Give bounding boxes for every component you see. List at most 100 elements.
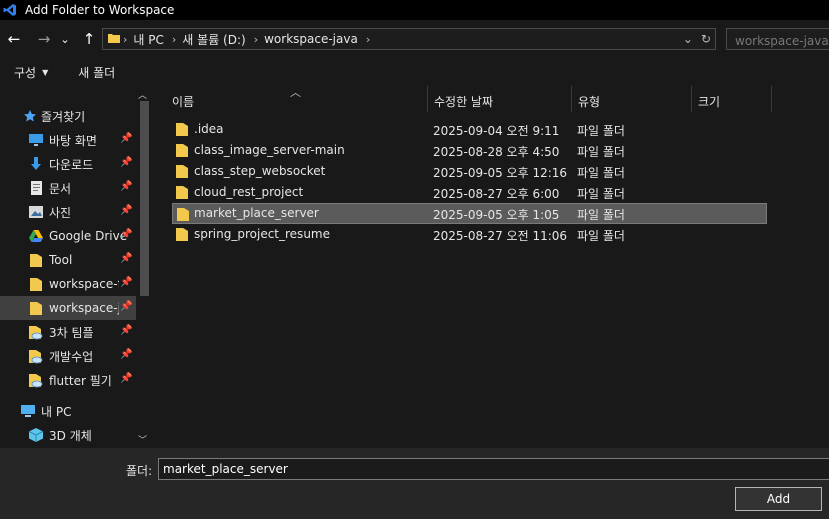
back-button[interactable]: ← [3,28,25,50]
file-type: 파일 폴더 [577,124,625,138]
folder-icon [175,121,189,140]
pin-icon: 📌 [120,349,133,360]
sidebar-item-workspace-java[interactable]: workspace-java 📌 [0,296,136,320]
download-icon [28,156,44,172]
file-type: 파일 폴더 [577,229,625,243]
column-modified-label: 수정한 날짜 [434,95,494,109]
column-name-label: 이름 [172,95,195,109]
file-modified: 2025-09-05 오후 12:16 [433,166,568,180]
new-folder-button[interactable]: 새 폴더 [78,64,115,81]
sidebar-item-documents[interactable]: 문서 📌 [0,176,136,200]
sidebar-item-this-pc[interactable]: 내 PC [0,399,136,423]
sidebar-item-label: Google Drive [49,229,128,243]
caret-down-icon: ▼ [42,67,49,77]
forward-button[interactable]: → [33,28,55,50]
add-button[interactable]: Add [735,487,822,511]
pin-icon: 📌 [120,373,133,384]
recent-locations-button[interactable]: ⌄ [58,28,72,50]
breadcrumb-drive[interactable]: 새 볼륨 (D:) [182,31,245,48]
address-dropdown-icon[interactable]: ⌄ [683,32,693,46]
file-type: 파일 폴더 [577,187,625,201]
chevron-right-icon: › [123,32,128,46]
vscode-icon [0,0,20,20]
pin-icon: 📌 [120,133,133,144]
star-icon [22,108,38,124]
column-header-modified[interactable]: 수정한 날짜 [428,86,572,112]
sidebar-item-team-project[interactable]: 3차 팀플 📌 [0,320,136,344]
sidebar-item-downloads[interactable]: 다운로드 📌 [0,152,136,176]
folder-icon [175,184,189,203]
pin-icon: 📌 [120,253,133,264]
table-row[interactable]: spring_project_resume 2025-08-27 오전 11:0… [172,224,767,245]
sidebar-item-dev-class[interactable]: 개발수업 📌 [0,344,136,368]
pin-icon: 📌 [120,301,133,312]
cloud-folder-icon [28,324,44,340]
column-header-name[interactable]: ︿ 이름 [156,86,428,112]
sidebar-item-label: flutter 필기 [49,373,112,388]
chevron-right-icon[interactable]: › [366,33,370,46]
sidebar-item-3d-objects[interactable]: 3D 개체 [0,423,136,447]
address-bar[interactable]: › 내 PC › 새 볼륨 (D:) › workspace-java › ⌄ … [102,28,716,50]
sidebar-item-label: Tool [49,253,73,267]
window-title: Add Folder to Workspace [25,3,175,17]
file-name: class_image_server-main [194,143,345,157]
sidebar-item-quick-access[interactable]: 즐겨찾기 [0,104,136,128]
file-name: market_place_server [194,206,319,220]
folder-name-field[interactable] [158,458,829,480]
pin-icon: 📌 [120,157,133,168]
breadcrumb-folder[interactable]: workspace-java [264,32,358,46]
document-icon [28,180,44,196]
column-size-label: 크기 [698,95,721,109]
pin-icon: 📌 [120,181,133,192]
table-row[interactable]: class_step_websocket 2025-09-05 오후 12:16… [172,161,767,182]
cloud-folder-icon [28,372,44,388]
table-row[interactable]: cloud_rest_project 2025-08-27 오후 6:00 파일… [172,182,767,203]
search-input[interactable]: workspace-java 검색 [726,28,829,50]
breadcrumb-my-pc[interactable]: 내 PC [133,31,163,48]
file-modified: 2025-09-04 오전 9:11 [433,124,560,138]
folder-label: 폴더: [126,464,153,478]
sidebar-item-label: workspace-java [49,301,119,315]
column-header-type[interactable]: 유형 [572,86,692,112]
column-header-size[interactable]: 크기 [692,86,772,112]
file-list: ︿ 이름 수정한 날짜 유형 크기 .idea 2025-09-04 오전 9:… [156,86,829,448]
sidebar-item-google-drive[interactable]: Google Drive 📌 [0,224,136,248]
folder-icon [175,226,189,245]
organize-button[interactable]: 구성 ▼ [14,64,48,81]
folder-icon [176,206,190,225]
pin-icon: 📌 [120,277,133,288]
navigation-pane: 즐겨찾기 바탕 화면 📌 다운로드 📌 문서 📌 사진 📌 Google Dri [0,86,152,448]
pin-icon: 📌 [120,325,133,336]
3d-objects-icon [28,427,44,443]
file-modified: 2025-08-28 오후 4:50 [433,145,560,159]
scroll-down-icon[interactable]: ﹀ [138,433,147,446]
folder-icon [28,252,44,268]
up-button[interactable]: ↑ [78,28,100,50]
sidebar-item-pictures[interactable]: 사진 📌 [0,200,136,224]
file-name: class_step_websocket [194,164,326,178]
dialog-footer: 폴더: Add [0,448,829,519]
file-name: cloud_rest_project [194,185,304,199]
file-modified: 2025-08-27 오전 11:06 [433,229,568,243]
sidebar-item-label: 다운로드 [49,157,94,172]
file-type: 파일 폴더 [577,208,625,222]
scroll-up-icon[interactable]: ︿ [138,88,147,101]
chevron-right-icon[interactable]: › [254,33,258,46]
sidebar-item-tool[interactable]: Tool 📌 [0,248,136,272]
command-bar: 구성 ▼ 새 폴더 [0,58,829,86]
sidebar-item-workspace-flutter[interactable]: workspace-flutter 📌 [0,272,136,296]
column-type-label: 유형 [578,95,601,109]
sidebar-item-desktop[interactable]: 바탕 화면 📌 [0,128,136,152]
address-row: ← → ⌄ ↑ › 내 PC › 새 볼륨 (D:) › workspace-j… [0,20,829,58]
table-row[interactable]: class_image_server-main 2025-08-28 오후 4:… [172,140,767,161]
table-row-selected[interactable]: market_place_server 2025-09-05 오후 1:05 파… [172,203,767,224]
sidebar-item-flutter-notes[interactable]: flutter 필기 📌 [0,368,136,392]
sidebar-scrollbar-thumb[interactable] [140,101,149,296]
table-row[interactable]: .idea 2025-09-04 오전 9:11 파일 폴더 [172,119,767,140]
refresh-icon[interactable]: ↻ [701,32,711,46]
pc-icon [20,403,36,419]
chevron-right-icon[interactable]: › [172,33,176,46]
sidebar-item-label: workspace-flutter [49,277,119,291]
organize-label: 구성 [14,65,37,80]
folder-icon [28,300,44,316]
